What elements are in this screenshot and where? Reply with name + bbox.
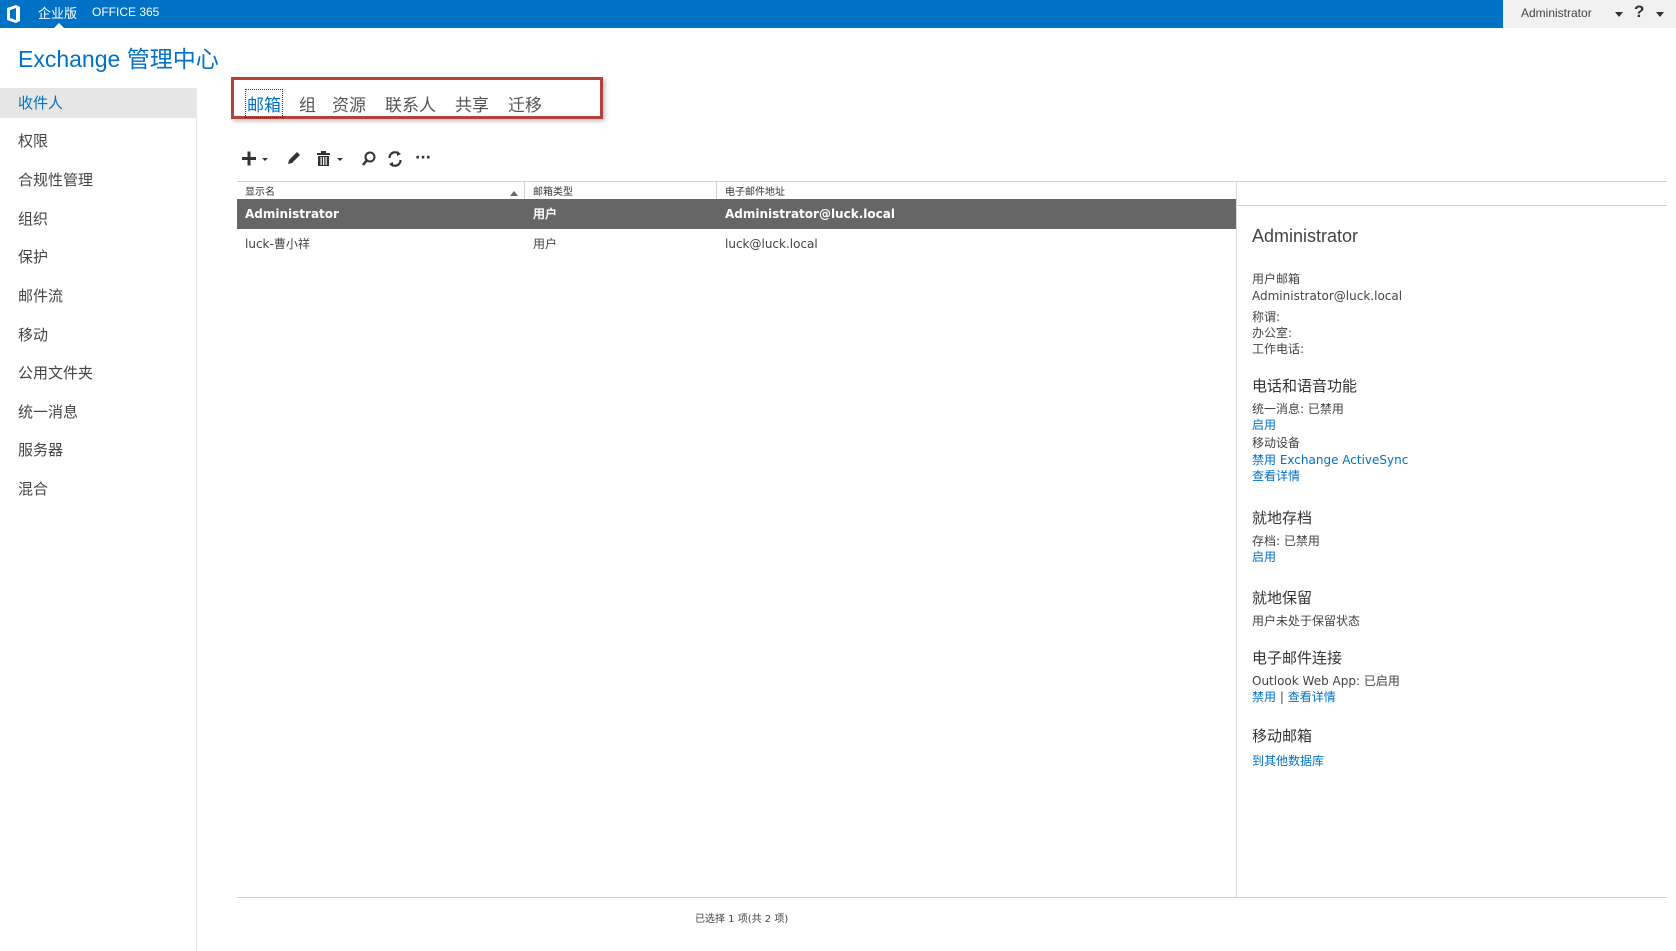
cell-mailbox-type: 用户 — [533, 207, 558, 221]
tabs-highlight-box: 邮箱 组 资源 联系人 共享 迁移 — [231, 77, 603, 119]
edit-icon — [288, 152, 300, 164]
nav-item-compliance[interactable]: 合规性管理 — [0, 165, 197, 195]
refresh-button[interactable] — [386, 148, 404, 170]
link-separator: | — [1276, 690, 1288, 704]
owa-disable-link[interactable]: 禁用 — [1252, 690, 1276, 704]
office-logo-icon[interactable] — [6, 4, 22, 24]
move-to-other-db-link[interactable]: 到其他数据库 — [1252, 752, 1324, 769]
hold-header: 就地保留 — [1252, 589, 1313, 607]
move-mailbox-header: 移动邮箱 — [1252, 727, 1313, 745]
view-details-link[interactable]: 查看详情 — [1252, 467, 1300, 484]
cell-email: Administrator@luck.local — [725, 207, 895, 221]
nav-item-hybrid[interactable]: 混合 — [0, 474, 197, 504]
work-phone-field: 工作电话: — [1252, 342, 1305, 356]
nav-item-servers[interactable]: 服务器 — [0, 435, 197, 465]
tab-migration[interactable]: 迁移 — [508, 91, 542, 116]
app-title: Exchange 管理中心 — [18, 46, 219, 72]
cell-display-name: luck-曹小祥 — [245, 237, 310, 251]
tab-contacts[interactable]: 联系人 — [385, 91, 436, 116]
tab-mailboxes[interactable]: 邮箱 — [245, 89, 283, 118]
more-button[interactable]: ··· — [415, 148, 431, 170]
details-header-border — [1237, 205, 1667, 206]
um-enable-link[interactable]: 启用 — [1252, 416, 1276, 433]
tab-shared[interactable]: 共享 — [455, 91, 489, 116]
delete-button[interactable] — [315, 148, 349, 170]
edition-indicator-icon — [54, 23, 64, 28]
column-label: 显示名 — [245, 187, 275, 198]
chevron-down-icon[interactable] — [1615, 12, 1623, 17]
nav-item-recipients[interactable]: 收件人 — [0, 88, 197, 118]
phone-voice-header: 电话和语音功能 — [1252, 377, 1358, 395]
nav-item-mail-flow[interactable]: 邮件流 — [0, 281, 197, 311]
top-bar: 企业版 OFFICE 365 Administrator ? — [0, 0, 1676, 28]
edit-button[interactable] — [285, 148, 303, 170]
edition-label[interactable]: 企业版 — [38, 3, 77, 22]
nav-item-permissions[interactable]: 权限 — [0, 126, 197, 156]
details-divider — [1236, 181, 1237, 898]
help-chevron-down-icon[interactable] — [1656, 12, 1664, 17]
archive-enable-link[interactable]: 启用 — [1252, 548, 1276, 565]
sort-ascending-icon — [510, 191, 518, 196]
add-icon — [242, 151, 268, 166]
email-connectivity-header: 电子邮件连接 — [1252, 649, 1343, 667]
help-button[interactable]: ? — [1634, 2, 1644, 22]
add-button[interactable] — [240, 148, 274, 170]
user-area: Administrator ? — [1503, 0, 1676, 28]
cell-email: luck@luck.local — [725, 237, 818, 251]
footer-divider — [237, 897, 1667, 898]
nav-item-organization[interactable]: 组织 — [0, 204, 197, 234]
owa-status: Outlook Web App: 已启用 — [1252, 674, 1400, 688]
nav-item-public-folders[interactable]: 公用文件夹 — [0, 358, 197, 388]
archive-header: 就地存档 — [1252, 509, 1313, 527]
archive-status: 存档: 已禁用 — [1252, 534, 1320, 548]
table-row[interactable]: luck-曹小祥 用户 luck@luck.local — [237, 229, 1236, 259]
tab-resources[interactable]: 资源 — [332, 91, 366, 116]
suite-link[interactable]: OFFICE 365 — [92, 5, 159, 19]
details-title: Administrator — [1252, 226, 1359, 246]
owa-view-details-link[interactable]: 查看详情 — [1288, 690, 1336, 704]
tab-groups[interactable]: 组 — [299, 91, 316, 116]
nav-item-protection[interactable]: 保护 — [0, 242, 197, 272]
details-top-border — [1237, 181, 1667, 182]
um-status: 统一消息: 已禁用 — [1252, 402, 1344, 416]
status-bar: 已选择 1 项(共 2 项) — [695, 914, 789, 925]
search-icon — [362, 151, 376, 166]
cell-mailbox-type: 用户 — [533, 237, 558, 251]
mobile-devices-label: 移动设备 — [1252, 436, 1301, 450]
details-email: Administrator@luck.local — [1252, 289, 1403, 303]
user-mailbox-label: 用户邮箱 — [1252, 272, 1301, 286]
table-row[interactable]: Administrator 用户 Administrator@luck.loca… — [237, 199, 1236, 229]
office-field: 办公室: — [1252, 326, 1293, 340]
disable-eas-link[interactable]: 禁用 Exchange ActiveSync — [1252, 451, 1408, 468]
refresh-icon — [388, 151, 402, 167]
left-nav: 收件人 权限 合规性管理 组织 保护 邮件流 移动 公用文件夹 统一消息 服务器… — [0, 88, 197, 951]
nav-item-unified-messaging[interactable]: 统一消息 — [0, 397, 197, 427]
search-button[interactable] — [360, 148, 378, 170]
hold-status: 用户未处于保留状态 — [1252, 614, 1361, 628]
title-field: 称谓: — [1252, 310, 1281, 324]
nav-item-mobile[interactable]: 移动 — [0, 320, 197, 350]
cell-display-name: Administrator — [245, 207, 339, 221]
owa-links: 禁用 | 查看详情 — [1252, 688, 1336, 705]
delete-icon — [317, 151, 343, 166]
user-menu-button[interactable]: Administrator — [1521, 6, 1592, 20]
